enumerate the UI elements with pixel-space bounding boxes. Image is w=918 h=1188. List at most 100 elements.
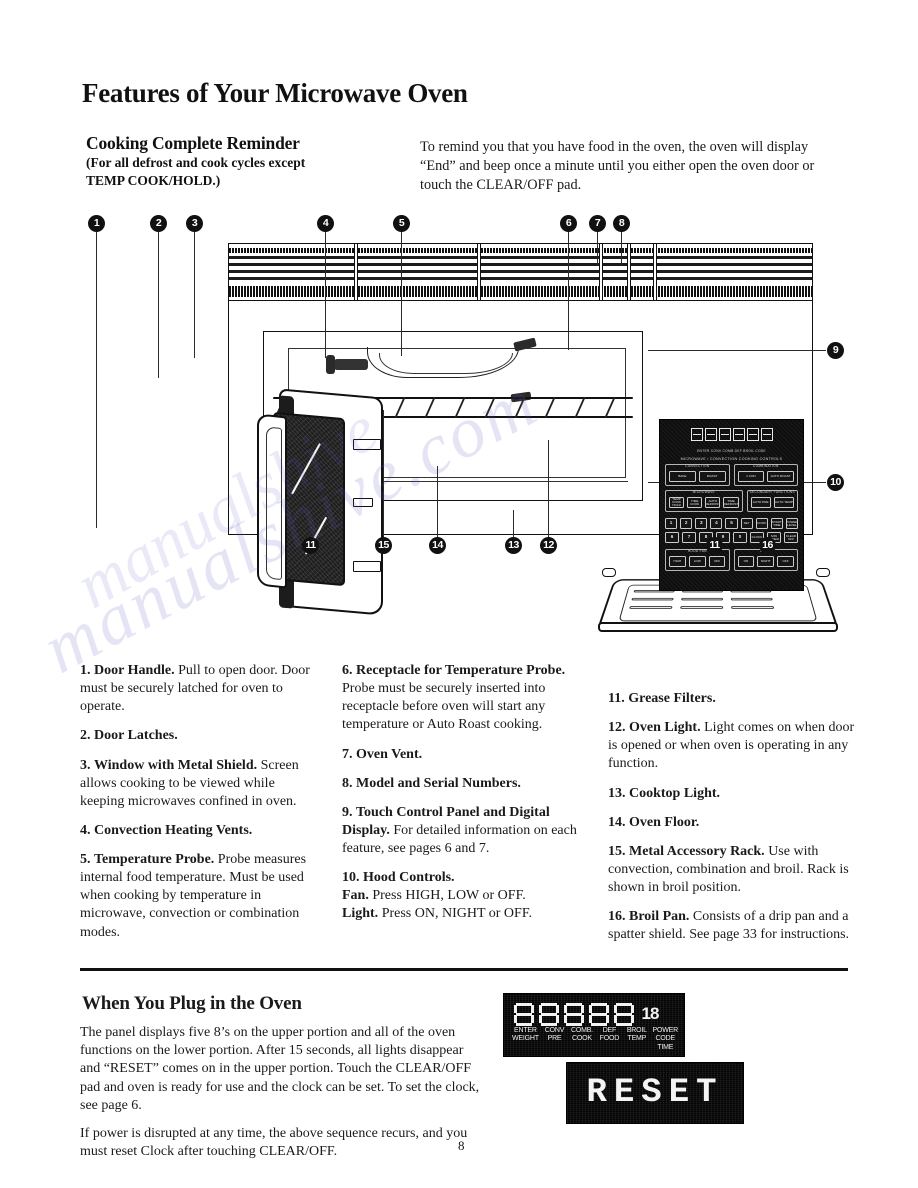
key-convection-roast[interactable]: ROAST [698,471,726,483]
feature-item-8: 8. Model and Serial Numbers. [342,775,582,793]
feature-5-term: Temperature Probe. [94,852,215,867]
key-power-level[interactable]: POWER LEVEL [785,518,798,530]
key-light-off[interactable]: OFF [777,556,794,568]
callout-5: 5 [393,215,410,232]
callout-6: 6 [560,215,577,232]
key-set[interactable]: SET [740,518,753,530]
display-label-temp: TEMP [627,1035,647,1043]
feature-7-term: Oven Vent. [356,746,423,762]
key-combination-auto-roast[interactable]: AUTO ROAST [767,471,794,483]
callout-10: 10 [827,474,844,491]
key-num-4[interactable]: 4 [710,518,723,530]
key-fan-high[interactable]: HIGH [669,556,686,568]
display-label-comb-cook: COMB. COOK [570,1027,593,1052]
broil-pan-front-lip [598,622,838,632]
touch-control-panel[interactable]: ENTER CONV COMB DEF BROIL CODE MICROWAVE… [659,419,804,591]
oven-illustration: 1 2 3 4 5 6 7 8 ENTER CONV COMB DEF BROI… [78,210,853,660]
key-time-defrost[interactable]: TIME DEFROST [723,497,739,509]
key-auto-temp[interactable]: AUTO TEMP [773,497,794,509]
reminder-subheading-line1: (For all defrost and cook cycles except [86,155,306,170]
key-num-6[interactable]: 6 [665,532,679,544]
feature-10-fan-text: Press HIGH, LOW or OFF. [368,888,526,904]
callout-11-right: 11 [706,537,723,554]
key-convection-bake[interactable]: BAKE [669,471,696,483]
feature-1-number: 1. [80,663,91,678]
leader-line-5 [401,228,403,356]
callout-9: 9 [827,342,844,359]
feature-8-number: 8. [342,775,353,791]
feature-2-number: 2. [80,728,91,744]
display-label-cook: COOK [572,1035,592,1043]
feature-8-term: Model and Serial Numbers. [356,775,521,791]
feature-item-10: 10. Hood Controls. Fan. Press HIGH, LOW … [342,869,582,923]
display-label-conv-pre: CONV PRE [543,1027,566,1052]
control-group-microwave-title: MICROWAVE [692,490,715,495]
display-label-broil-temp: BROIL TEMP [625,1027,648,1052]
callout-7: 7 [589,215,606,232]
reminder-heading: Cooking Complete Reminder [86,133,300,153]
key-fan-low[interactable]: LOW [688,556,706,568]
key-light-on[interactable]: ON [737,556,755,568]
control-group-hood-fan: HOOD FAN HIGH LOW OFF [665,549,730,572]
oven-door[interactable] [257,388,385,616]
display-extra-digit: 18 [641,1004,660,1023]
key-cook[interactable]: COOK [755,518,768,530]
key-num-3[interactable]: 3 [695,518,708,530]
leader-line-2 [158,228,160,378]
leader-line-6 [568,228,570,350]
manual-page: Features of Your Microwave Oven Cooking … [0,0,918,1188]
display-label-time: TIME [657,1043,674,1051]
control-panel-digital-display [684,428,779,448]
feature-10-light-text: Press ON, NIGHT or OFF. [378,906,532,922]
leader-line-3 [194,228,196,358]
key-fan-off[interactable]: OFF [708,556,726,568]
key-num-1[interactable]: 1 [665,518,678,530]
display-label-enter-weight: ENTER WEIGHT [512,1027,539,1052]
callout-13: 13 [505,537,522,554]
page-title: Features of Your Microwave Oven [82,78,468,108]
control-group-secondary-functions: SECONDARY FUNCTIONS AUTO PRE AUTO TEMP [746,490,798,513]
door-latch-middle [353,498,373,507]
key-num-5[interactable]: 5 [725,518,738,530]
feature-9-number: 9. [342,804,353,820]
feature-10-number: 10. [342,870,360,886]
leader-line-13 [513,510,515,538]
key-num-2[interactable]: 2 [680,518,693,530]
feature-12-number: 12. [608,720,626,736]
display-label-def: DEF [602,1026,617,1034]
key-num-7[interactable]: 7 [682,532,696,544]
feature-item-15: 15. Metal Accessory Rack. Use with conve… [608,843,856,897]
display-reset-text: RESET [586,1074,724,1112]
key-start-time[interactable]: START TIME [770,518,783,530]
key-combination-1[interactable]: 1 CON [737,471,765,483]
feature-10-term: Hood Controls. [363,870,455,886]
feature-2-term: Door Latches. [94,728,178,744]
oven-vent-grille [228,243,813,301]
key-auto-defrost[interactable]: AUTO DEFROST [705,497,721,509]
display-label-conv: CONV [544,1026,565,1034]
feature-15-term: Metal Accessory Rack. [629,843,765,859]
key-temp-cook-hold[interactable]: TEMP COOK HOLD [668,497,685,509]
feature-item-7: 7. Oven Vent. [342,746,582,764]
display-label-def-food: DEF FOOD [598,1027,621,1052]
door-latch-bottom [353,561,381,572]
leader-line-8 [621,228,623,266]
control-group-convection: CONVECTION BAKE ROAST [665,464,730,487]
key-num-0[interactable]: 0 [733,532,747,544]
display-digit-4 [589,1003,609,1027]
leader-line-12 [548,440,550,538]
door-handle[interactable] [257,413,287,589]
leader-line-9 [648,350,826,352]
feature-item-14: 14. Oven Floor. [608,814,856,832]
feature-item-1: 1. Door Handle. Pull to open door. Door … [80,662,316,716]
leader-line-7 [597,228,599,266]
plug-in-paragraph-2: If power is disrupted at any time, the a… [80,1125,468,1160]
key-light-night[interactable]: NIGHT [757,556,775,568]
key-clear-off[interactable]: CLEAR OFF [784,532,798,544]
key-time-cook[interactable]: TIME COOK [687,497,703,509]
display-digit-2 [539,1003,559,1027]
key-auto-pre[interactable]: AUTO PRE [750,497,771,509]
control-group-convection-title: CONVECTION [685,464,710,469]
feature-column-1: 1. Door Handle. Pull to open door. Door … [80,662,316,953]
display-digit-3 [564,1003,584,1027]
